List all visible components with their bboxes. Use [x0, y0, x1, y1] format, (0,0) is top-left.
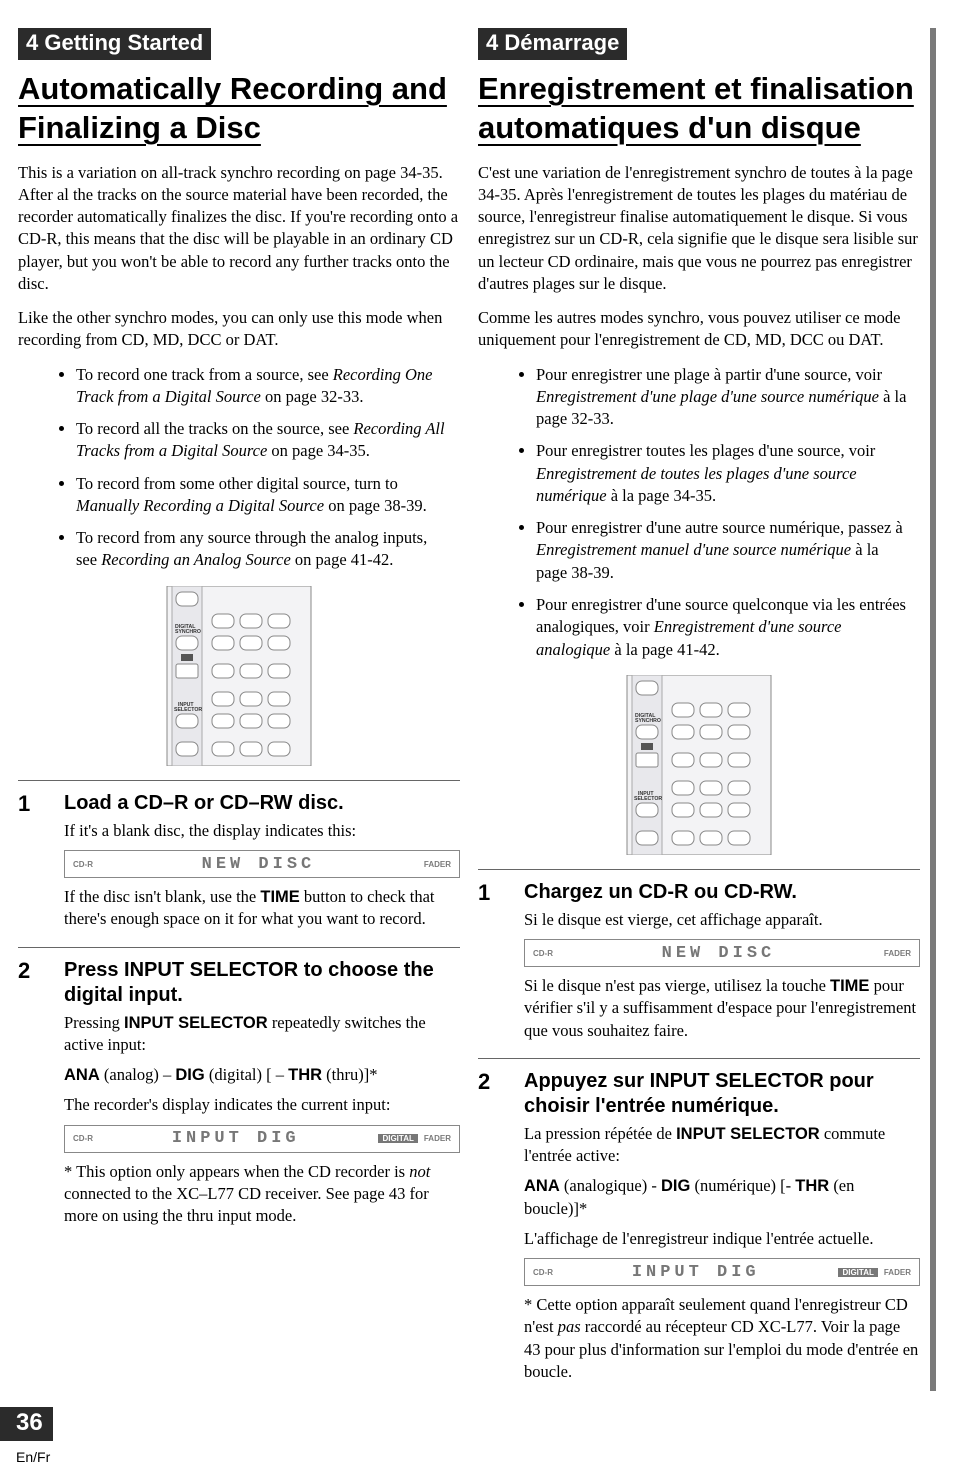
- chapter-badge: 4 Getting Started: [18, 28, 211, 60]
- list-item: To record from some other digital source…: [76, 473, 460, 518]
- remote-illustration: DIGITALSYNCHRO INPUTSELECTOR: [624, 675, 774, 855]
- lcd-text: NEW DISC: [662, 944, 776, 963]
- lcd-display: CD-R NEW DISC FADER: [524, 939, 920, 967]
- step-1: 1 Chargez un CD-R ou CD-RW. Si le disque…: [478, 869, 920, 1050]
- step-text: L'affichage de l'enregistreur indique l'…: [524, 1228, 920, 1250]
- disc-type-label: CD-R: [73, 860, 93, 869]
- step-text: Pressing INPUT SELECTOR repeatedly switc…: [64, 1012, 460, 1057]
- page-number: 36: [0, 1407, 53, 1441]
- remote-illustration: DIGITALSYNCHRO INPUTSELECTOR: [164, 586, 314, 766]
- intro-paragraph: This is a variation on all-track synchro…: [18, 162, 460, 296]
- lcd-display: CD-R INPUT DIG DIGITAL FADER: [524, 1258, 920, 1286]
- step-text: If the disc isn't blank, use the TIME bu…: [64, 886, 460, 931]
- disc-type-label: CD-R: [533, 1268, 553, 1277]
- input-options-line: ANA (analog) – DIG (digital) [ – THR (th…: [64, 1064, 460, 1086]
- step-number: 1: [18, 791, 42, 939]
- bullet-list: To record one track from a source, see R…: [18, 364, 460, 572]
- lcd-display: CD-R INPUT DIG DIGITAL FADER: [64, 1125, 460, 1153]
- step-title: Load a CD–R or CD–RW disc.: [64, 791, 460, 816]
- right-column: 4 Démarrage Enregistrement et finalisati…: [478, 28, 936, 1391]
- lcd-text: INPUT DIG: [172, 1129, 300, 1148]
- fader-label: FADER: [884, 949, 911, 958]
- section-title: Automatically Recording and Finalizing a…: [18, 70, 460, 148]
- step-text: La pression répétée de INPUT SELECTOR co…: [524, 1123, 920, 1168]
- step-1: 1 Load a CD–R or CD–RW disc. If it's a b…: [18, 780, 460, 939]
- lcd-display: CD-R NEW DISC FADER: [64, 850, 460, 878]
- lcd-text: INPUT DIG: [632, 1263, 760, 1282]
- list-item: Pour enregistrer une plage à partir d'un…: [536, 364, 920, 431]
- bullet-list: Pour enregistrer une plage à partir d'un…: [478, 364, 920, 661]
- intro-paragraph: C'est une variation de l'enregistrement …: [478, 162, 920, 296]
- digital-badge: DIGITAL: [838, 1268, 877, 1277]
- step-title: Press INPUT SELECTOR to choose the digit…: [64, 958, 460, 1008]
- step-text: Si le disque n'est pas vierge, utilisez …: [524, 975, 920, 1042]
- step-number: 1: [478, 880, 502, 1050]
- fader-label: FADER: [884, 1268, 911, 1277]
- fader-label: FADER: [424, 860, 451, 869]
- lcd-text: NEW DISC: [202, 855, 316, 874]
- list-item: Pour enregistrer toutes les plages d'une…: [536, 440, 920, 507]
- time-button-label: TIME: [260, 888, 299, 906]
- section-title: Enregistrement et finalisation automatiq…: [478, 70, 920, 148]
- step-title: Chargez un CD-R ou CD-RW.: [524, 880, 920, 905]
- step-text: Si le disque est vierge, cet affichage a…: [524, 909, 920, 931]
- step-text: If it's a blank disc, the display indica…: [64, 820, 460, 842]
- list-item: To record from any source through the an…: [76, 527, 460, 572]
- list-item: Pour enregistrer d'une autre source numé…: [536, 517, 920, 584]
- step-number: 2: [18, 958, 42, 1236]
- disc-type-label: CD-R: [533, 949, 553, 958]
- page-language: En/Fr: [16, 1449, 50, 1465]
- step-title: Appuyez sur INPUT SELECTOR pour choisir …: [524, 1069, 920, 1119]
- disc-type-label: CD-R: [73, 1134, 93, 1143]
- step-note: * Cette option apparaît seulement quand …: [524, 1294, 920, 1383]
- step-note: * This option only appears when the CD r…: [64, 1161, 460, 1228]
- step-text: The recorder's display indicates the cur…: [64, 1094, 460, 1116]
- list-item: To record one track from a source, see R…: [76, 364, 460, 409]
- step-2: 2 Press INPUT SELECTOR to choose the dig…: [18, 947, 460, 1236]
- chapter-badge: 4 Démarrage: [478, 28, 627, 60]
- time-button-label: TIME: [830, 977, 869, 995]
- intro-paragraph-2: Like the other synchro modes, you can on…: [18, 307, 460, 352]
- intro-paragraph-2: Comme les autres modes synchro, vous pou…: [478, 307, 920, 352]
- input-options-line: ANA (analogique) - DIG (numérique) [- TH…: [524, 1175, 920, 1220]
- left-column: 4 Getting Started Automatically Recordin…: [18, 28, 460, 1391]
- list-item: To record all the tracks on the source, …: [76, 418, 460, 463]
- list-item: Pour enregistrer d'une source quelconque…: [536, 594, 920, 661]
- step-number: 2: [478, 1069, 502, 1391]
- input-selector-label: INPUT SELECTOR: [676, 1125, 820, 1143]
- step-2: 2 Appuyez sur INPUT SELECTOR pour choisi…: [478, 1058, 920, 1391]
- input-selector-label: INPUT SELECTOR: [124, 1014, 268, 1032]
- digital-badge: DIGITAL: [378, 1134, 417, 1143]
- fader-label: FADER: [424, 1134, 451, 1143]
